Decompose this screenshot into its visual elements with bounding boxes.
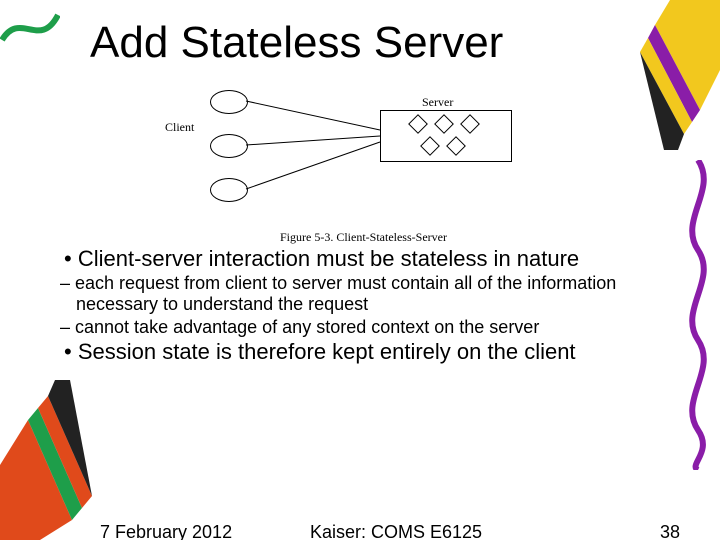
diamond-icon xyxy=(408,114,428,134)
footer-date: 7 February 2012 xyxy=(100,522,232,540)
diamond-icon xyxy=(420,136,440,156)
squiggle-art-right xyxy=(678,160,718,470)
slide-title: Add Stateless Server xyxy=(90,18,503,68)
bullet-item: Client-server interaction must be statel… xyxy=(60,246,670,271)
slide: Add Stateless Server Client Server Figur… xyxy=(0,0,720,540)
bullet-list: Client-server interaction must be statel… xyxy=(60,246,670,367)
server-box-icon xyxy=(380,110,512,162)
crayon-art-top-right xyxy=(600,0,720,150)
footer-page-number: 38 xyxy=(660,522,680,540)
bullet-item: Session state is therefore kept entirely… xyxy=(60,339,670,364)
figure-caption: Figure 5-3. Client-Stateless-Server xyxy=(280,230,447,245)
footer-center: Kaiser: COMS E6125 xyxy=(310,522,482,540)
sub-bullet-item: each request from client to server must … xyxy=(60,273,670,314)
squiggle-art-top-left xyxy=(0,0,60,50)
diamond-icon xyxy=(446,136,466,156)
sub-bullet-item: cannot take advantage of any stored cont… xyxy=(60,317,670,338)
figure-client-stateless-server: Client Server Figure 5-3. Client-Statele… xyxy=(160,90,540,240)
diamond-icon xyxy=(434,114,454,134)
crayon-art-bottom-left xyxy=(0,380,110,540)
diamond-icon xyxy=(460,114,480,134)
